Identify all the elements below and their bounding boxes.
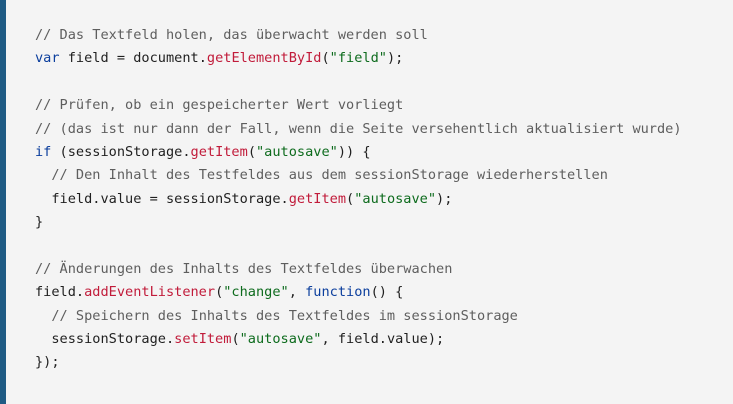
code-line: field.value = sessionStorage.getItem("au… <box>35 188 682 211</box>
code-token-comment: // Speichern des Inhalts des Textfeldes … <box>51 307 518 324</box>
code-token-function: getElementById <box>206 50 322 67</box>
code-line: var field = document.getElementById("fie… <box>35 47 682 70</box>
code-token-string: "autosave" <box>239 331 322 348</box>
code-token-comment: // Das Textfeld holen, das überwacht wer… <box>35 27 428 43</box>
code-lines: // Das Textfeld holen, das überwacht wer… <box>35 24 682 375</box>
code-block: // Das Textfeld holen, das überwacht wer… <box>0 0 733 404</box>
code-token-keyword: if <box>35 143 52 160</box>
code-token-function: addEventListener <box>84 284 216 301</box>
code-token-default: )) { <box>337 143 371 160</box>
code-token-default: ); <box>436 190 453 207</box>
code-line: }); <box>35 351 682 374</box>
code-token-string: "autosave" <box>354 190 437 207</box>
code-token-default: (sessionStorage. <box>51 143 191 160</box>
code-token-function: getItem <box>288 190 347 207</box>
code-token-default: ); <box>386 50 404 67</box>
code-token-default: ( <box>321 50 330 67</box>
code-line: ​ <box>35 71 682 94</box>
code-token-comment: // Prüfen, ob ein gespeicherter Wert vor… <box>35 97 404 114</box>
code-token-default: } <box>35 214 44 231</box>
code-token-keyword: function <box>305 284 371 301</box>
code-token-keyword: var <box>35 50 60 67</box>
code-token-comment: // Änderungen des Inhalts des Textfeldes… <box>35 260 453 277</box>
code-token-default <box>35 167 51 183</box>
code-token-default: () { <box>370 284 404 301</box>
code-token-default: }); <box>35 354 60 371</box>
code-line: if (sessionStorage.getItem("autosave")) … <box>35 141 682 164</box>
code-line: field.addEventListener("change", functio… <box>35 281 682 304</box>
code-token-default: field. <box>35 284 85 301</box>
code-token-default: ( <box>231 331 240 348</box>
code-line: } <box>35 211 682 234</box>
code-line: // Speichern des Inhalts des Textfeldes … <box>35 305 682 328</box>
code-line: sessionStorage.setItem("autosave", field… <box>35 328 682 351</box>
code-token-default: field = document. <box>59 50 207 67</box>
code-line: // (das ist nur dann der Fall, wenn die … <box>35 118 682 141</box>
code-token-default: ( <box>247 143 256 160</box>
code-token-default: , field.value); <box>321 331 445 348</box>
code-line: // Prüfen, ob ein gespeicherter Wert vor… <box>35 94 682 117</box>
code-token-default <box>35 308 51 324</box>
code-token-default: sessionStorage. <box>35 331 175 348</box>
code-token-default: ( <box>346 190 355 207</box>
code-token-string: "change" <box>223 284 289 301</box>
code-token-string: "autosave" <box>256 143 338 160</box>
code-line: // Änderungen des Inhalts des Textfeldes… <box>35 258 682 281</box>
code-token-comment: // (das ist nur dann der Fall, wenn die … <box>35 120 682 137</box>
code-token-function: setItem <box>174 331 232 348</box>
code-token-default: field.value = sessionStorage. <box>35 190 289 207</box>
code-token-string: "field" <box>329 50 387 67</box>
code-line: // Den Inhalt des Testfeldes aus dem ses… <box>35 164 682 187</box>
code-line: // Das Textfeld holen, das überwacht wer… <box>35 24 682 47</box>
code-token-default: , <box>288 284 306 301</box>
code-token-function: getItem <box>190 143 248 160</box>
code-token-comment: // Den Inhalt des Testfeldes aus dem ses… <box>51 167 608 184</box>
code-line: ​ <box>35 235 682 258</box>
